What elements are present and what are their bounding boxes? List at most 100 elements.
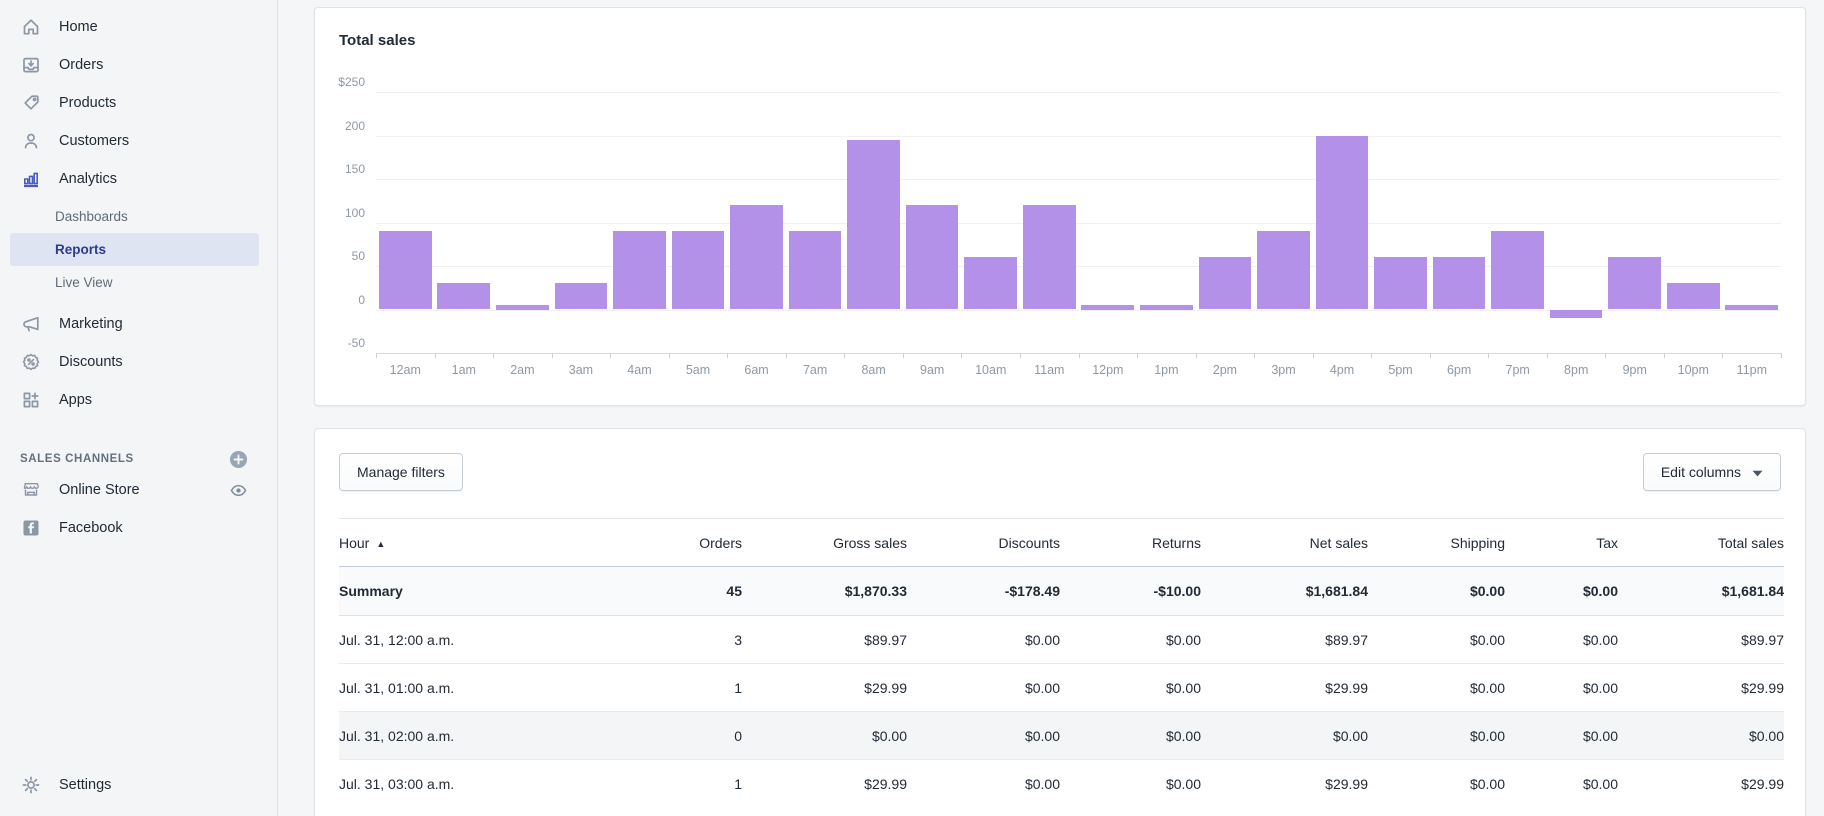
x-tick-label: 3pm bbox=[1254, 363, 1313, 379]
sales-channels-header: SALES CHANNELS bbox=[0, 447, 277, 471]
bar-4am[interactable] bbox=[613, 231, 666, 309]
table-cell: $0.00 bbox=[1368, 760, 1505, 808]
bar-4pm[interactable] bbox=[1316, 136, 1369, 310]
sidebar-item-label: Marketing bbox=[59, 316, 123, 332]
sidebar-item-live-view[interactable]: Live View bbox=[10, 266, 259, 299]
column-header-label: Discounts bbox=[999, 535, 1060, 551]
table-cell: $0.00 bbox=[1060, 760, 1201, 808]
column-header-net-sales[interactable]: Net sales bbox=[1201, 519, 1368, 567]
subnav-item-label: Live View bbox=[55, 275, 113, 290]
sidebar-item-apps[interactable]: Apps bbox=[0, 381, 277, 419]
axis-tick bbox=[1020, 353, 1021, 358]
column-header-total-sales[interactable]: Total sales bbox=[1618, 519, 1784, 567]
table-cell: $29.99 bbox=[1201, 760, 1368, 808]
table-cell: $29.99 bbox=[1201, 664, 1368, 712]
bar-8am[interactable] bbox=[847, 140, 900, 310]
column-header-label: Hour bbox=[339, 535, 369, 551]
table-cell: $0.00 bbox=[1201, 712, 1368, 760]
marketing-icon bbox=[20, 313, 42, 335]
bar-11pm[interactable] bbox=[1725, 305, 1778, 310]
column-header-tax[interactable]: Tax bbox=[1505, 519, 1618, 567]
bar-12am[interactable] bbox=[379, 231, 432, 309]
bar-1pm[interactable] bbox=[1140, 305, 1193, 310]
bar-9am[interactable] bbox=[906, 205, 959, 309]
x-tick-label: 3am bbox=[552, 363, 611, 379]
sidebar-item-reports[interactable]: Reports bbox=[10, 233, 259, 266]
subnav-item-label: Reports bbox=[55, 242, 106, 257]
orders-icon bbox=[20, 54, 42, 76]
axis-tick bbox=[493, 353, 494, 358]
table-cell: $0.00 bbox=[1368, 712, 1505, 760]
table-cell: $89.97 bbox=[742, 616, 907, 664]
axis-tick bbox=[1664, 353, 1665, 358]
sidebar-item-analytics[interactable]: Analytics bbox=[0, 160, 277, 198]
bar-3am[interactable] bbox=[555, 283, 608, 309]
x-tick-label: 12pm bbox=[1079, 363, 1138, 379]
sidebar-item-facebook[interactable]: Facebook bbox=[0, 509, 277, 547]
column-header-shipping[interactable]: Shipping bbox=[1368, 519, 1505, 567]
bar-10pm[interactable] bbox=[1667, 283, 1720, 309]
sidebar-item-dashboards[interactable]: Dashboards bbox=[10, 200, 259, 233]
table-cell: $0.00 bbox=[1060, 616, 1201, 664]
bar-8pm[interactable] bbox=[1550, 310, 1603, 319]
add-sales-channel-button[interactable] bbox=[229, 450, 248, 469]
bar-2pm[interactable] bbox=[1199, 257, 1252, 309]
gridline-200 bbox=[376, 136, 1781, 137]
x-tick-label: 8pm bbox=[1547, 363, 1606, 379]
column-header-hour[interactable]: Hour ▲ bbox=[339, 519, 659, 567]
sidebar-item-online-store[interactable]: Online Store bbox=[0, 471, 277, 509]
sidebar-item-label: Discounts bbox=[59, 354, 123, 370]
column-header-orders[interactable]: Orders bbox=[659, 519, 742, 567]
sort-ascending-icon: ▲ bbox=[376, 539, 385, 549]
column-header-returns[interactable]: Returns bbox=[1060, 519, 1201, 567]
facebook-icon bbox=[20, 517, 42, 539]
table-cell: Jul. 31, 03:00 a.m. bbox=[339, 760, 659, 808]
bar-7am[interactable] bbox=[789, 231, 842, 309]
sidebar-item-customers[interactable]: Customers bbox=[0, 122, 277, 160]
bar-6am[interactable] bbox=[730, 205, 783, 309]
customers-icon bbox=[20, 130, 42, 152]
edit-columns-button[interactable]: Edit columns bbox=[1643, 453, 1781, 491]
table-cell: $0.00 bbox=[1505, 712, 1618, 760]
x-tick-label: 7pm bbox=[1488, 363, 1547, 379]
table-cell: $0.00 bbox=[1368, 567, 1505, 616]
x-tick-label: 5am bbox=[669, 363, 728, 379]
sidebar-item-label: Customers bbox=[59, 133, 129, 149]
sidebar-item-discounts[interactable]: Discounts bbox=[0, 343, 277, 381]
bar-2am[interactable] bbox=[496, 305, 549, 310]
axis-tick bbox=[552, 353, 553, 358]
gridline-50 bbox=[376, 266, 1781, 267]
bar-3pm[interactable] bbox=[1257, 231, 1310, 309]
bar-5pm[interactable] bbox=[1374, 257, 1427, 309]
table-cell: -$10.00 bbox=[1060, 567, 1201, 616]
column-header-label: Shipping bbox=[1451, 535, 1506, 551]
sidebar-item-label: Online Store bbox=[59, 482, 140, 498]
sidebar-item-home[interactable]: Home bbox=[0, 8, 277, 46]
column-header-label: Total sales bbox=[1718, 535, 1784, 551]
sidebar-item-settings[interactable]: Settings bbox=[0, 766, 277, 804]
table-cell: $0.00 bbox=[1618, 712, 1784, 760]
sidebar-item-orders[interactable]: Orders bbox=[0, 46, 277, 84]
bar-11am[interactable] bbox=[1023, 205, 1076, 309]
bar-12pm[interactable] bbox=[1081, 305, 1134, 310]
bar-10am[interactable] bbox=[964, 257, 1017, 309]
gridline-100 bbox=[376, 223, 1781, 224]
sidebar-item-products[interactable]: Products bbox=[0, 84, 277, 122]
column-header-discounts[interactable]: Discounts bbox=[907, 519, 1060, 567]
sidebar-item-marketing[interactable]: Marketing bbox=[0, 305, 277, 343]
bar-5am[interactable] bbox=[672, 231, 725, 309]
view-online-store-button[interactable] bbox=[229, 481, 248, 500]
bar-7pm[interactable] bbox=[1491, 231, 1544, 309]
sidebar-item-label: Apps bbox=[59, 392, 92, 408]
manage-filters-button[interactable]: Manage filters bbox=[339, 453, 463, 491]
axis-tick bbox=[1313, 353, 1314, 358]
table-cell: 0 bbox=[659, 712, 742, 760]
axis-tick bbox=[1079, 353, 1080, 358]
bar-6pm[interactable] bbox=[1433, 257, 1486, 309]
bar-9pm[interactable] bbox=[1608, 257, 1661, 309]
shopify-admin-reports-page: { "sidebar": { "nav": [ {"label": "Home"… bbox=[0, 0, 1824, 816]
column-header-gross-sales[interactable]: Gross sales bbox=[742, 519, 907, 567]
bar-1am[interactable] bbox=[437, 283, 490, 309]
table-row: Jul. 31, 03:00 a.m.1$29.99$0.00$0.00$29.… bbox=[339, 760, 1784, 808]
axis-tick bbox=[844, 353, 845, 358]
